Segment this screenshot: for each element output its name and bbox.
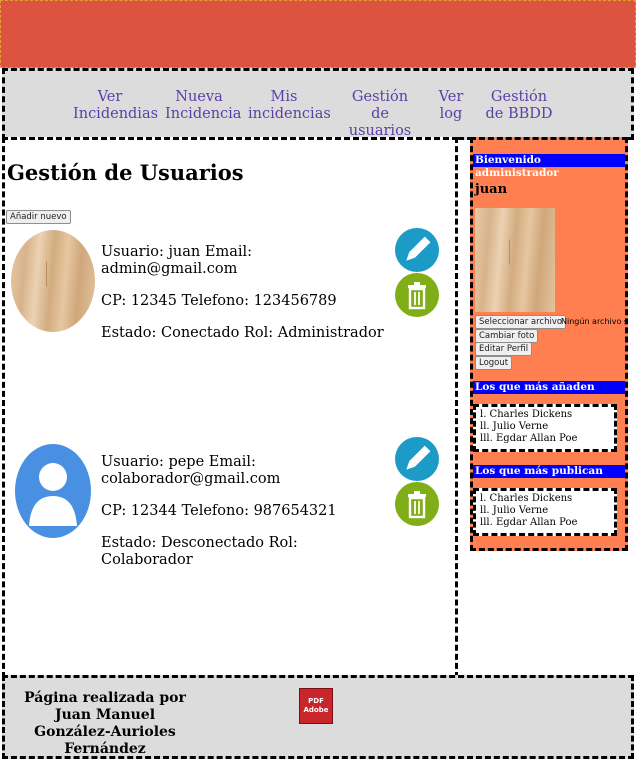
user-line-2: CP: 12345 Telefono: 123456789	[101, 293, 337, 309]
list-item: ll. Julio Verne	[480, 505, 549, 516]
choose-file-button[interactable]: Seleccionar archivo	[475, 315, 567, 329]
edit-user-button[interactable]	[395, 437, 439, 481]
file-status-text: Ningún archivo selec	[561, 317, 628, 326]
trash-icon	[408, 491, 426, 519]
change-photo-button[interactable]: Cambiar foto	[475, 329, 539, 343]
page-title: Gestión de Usuarios	[7, 160, 244, 185]
user-line-2: CP: 12344 Telefono: 987654321	[101, 503, 337, 519]
add-user-button[interactable]: Añadir nuevo	[6, 210, 71, 224]
most-published-list: l. Charles Dickens ll. Julio Verne lll. …	[473, 488, 617, 536]
users-panel: Gestión de Usuarios Añadir nuevo Usuario…	[2, 137, 458, 678]
list-item: l. Charles Dickens	[480, 409, 573, 420]
list-item: lll. Egdar Allan Poe	[480, 517, 578, 528]
most-added-heading: Los que más añaden	[473, 381, 625, 394]
user-line-3: Estado: Conectado Rol: Administrador	[101, 325, 384, 341]
user-line-1: Usuario: juan Email: admin@gmail.com	[101, 244, 253, 277]
person-icon	[29, 463, 77, 526]
footer: Página realizada por Juan Manuel Gonzále…	[2, 675, 634, 759]
nav-gestion-bbdd[interactable]: Gestión de BBDD	[483, 89, 555, 123]
pdf-icon[interactable]: PDF Adobe	[299, 688, 333, 724]
most-published-heading: Los que más publican	[473, 465, 625, 478]
user-avatar-default	[15, 444, 91, 538]
nav-gestion-usuarios[interactable]: Gestión de usuarios	[344, 89, 416, 140]
list-item: ll. Julio Verne	[480, 421, 549, 432]
profile-photo	[475, 208, 555, 312]
delete-user-button[interactable]	[395, 273, 439, 317]
user-line-3: Estado: Desconectado Rol: Colaborador	[101, 535, 298, 568]
list-item: lll. Egdar Allan Poe	[480, 433, 578, 444]
edit-profile-button[interactable]: Editar Perfil	[475, 342, 533, 356]
header-banner	[0, 0, 636, 68]
main-nav: Ver Incidendias Nueva Incidencia Mis inc…	[2, 68, 634, 140]
nav-ver-log[interactable]: Ver log	[437, 89, 465, 123]
nav-nueva-incidencia[interactable]: Nueva Incidencia	[165, 89, 241, 123]
list-item: l. Charles Dickens	[480, 493, 573, 504]
user-line-1: Usuario: pepe Email: colaborador@gmail.c…	[101, 454, 281, 487]
nav-mis-incidencias[interactable]: Mis incidencias	[248, 89, 331, 123]
sidebar: Bienvenido administrador juan Selecciona…	[470, 137, 628, 551]
logout-button[interactable]: Logout	[475, 356, 513, 370]
delete-user-button[interactable]	[395, 482, 439, 526]
nav-ver-incidencias[interactable]: Ver Incidendias	[73, 89, 158, 123]
most-added-list: l. Charles Dickens ll. Julio Verne lll. …	[473, 404, 617, 452]
sidebar-username: juan	[475, 182, 508, 197]
pdf-icon-label: PDF Adobe	[303, 697, 329, 714]
user-info-pepe: Usuario: pepe Email: colaborador@gmail.c…	[101, 454, 371, 569]
pencil-icon	[406, 236, 431, 261]
pencil-icon	[406, 445, 431, 470]
trash-icon	[408, 282, 426, 310]
footer-credit: Página realizada por Juan Manuel Gonzále…	[24, 690, 186, 757]
welcome-heading: Bienvenido administrador	[473, 154, 625, 179]
user-info-juan: Usuario: juan Email: admin@gmail.com CP:…	[101, 244, 391, 342]
edit-user-button[interactable]	[395, 228, 439, 272]
user-avatar-photo	[11, 230, 95, 332]
